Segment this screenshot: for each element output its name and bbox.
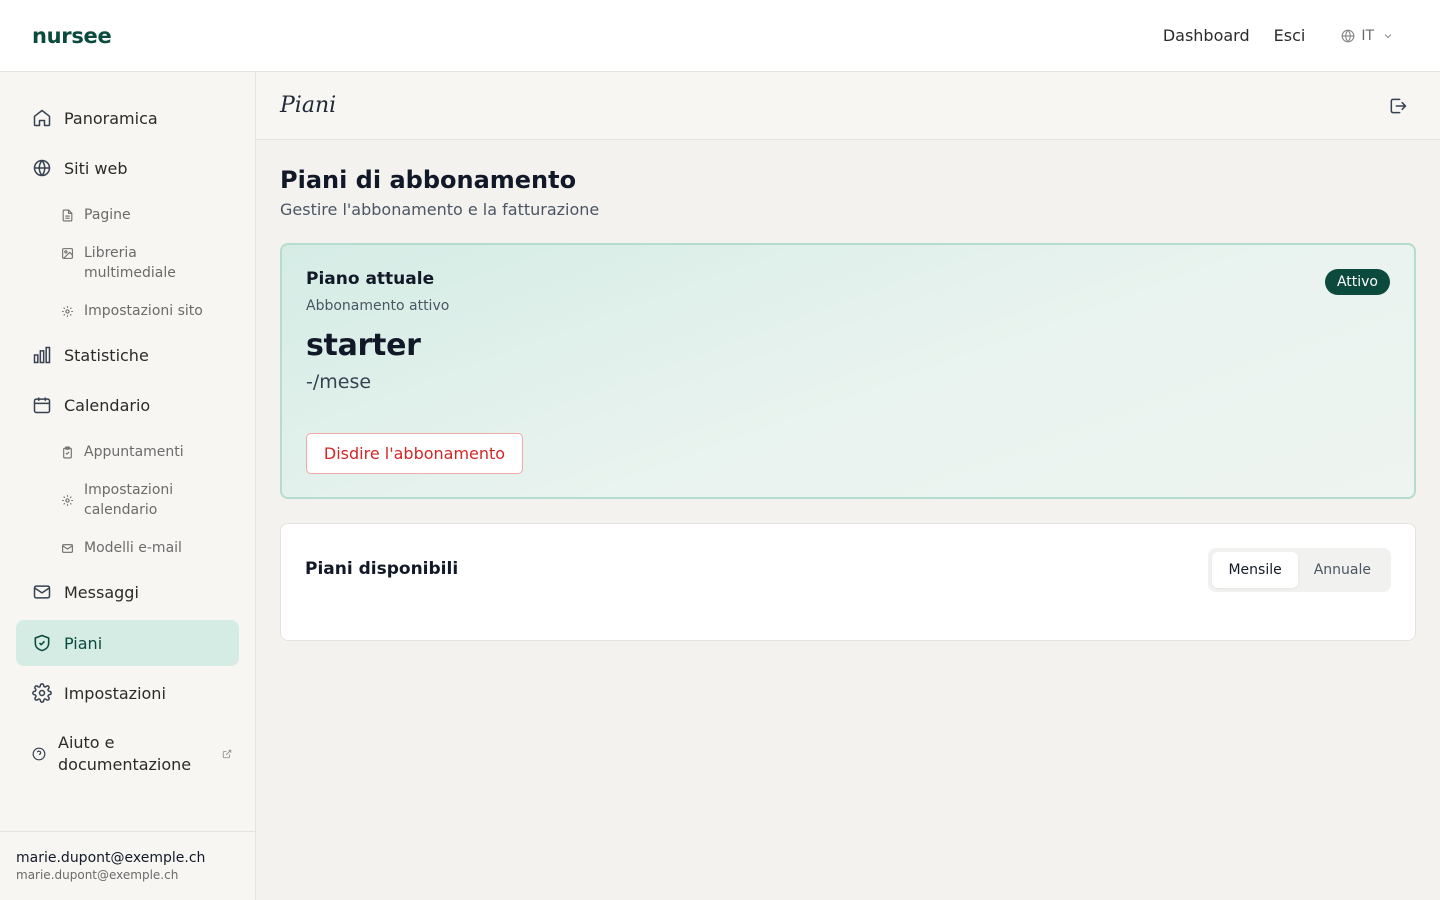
sidebar-item-label: Appuntamenti <box>84 444 184 460</box>
sidebar-item-calendar-settings[interactable]: Impostazioni calendario <box>60 480 240 520</box>
plan-price: -/mese <box>306 371 372 393</box>
current-plan-title: Piano attuale <box>306 269 435 289</box>
available-plans-card: Piani disponibili Mensile Annuale <box>280 523 1416 641</box>
file-icon <box>60 205 74 225</box>
plan-name: starter <box>306 328 421 363</box>
page-body: Piani di abbonamento Gestire l'abbonamen… <box>256 140 1440 641</box>
help-docs-link[interactable]: Aiuto e documentazione <box>32 732 232 776</box>
sidebar-item-label: Impostazioni sito <box>84 303 203 319</box>
sidebar-item-email-templates[interactable]: Modelli e-mail <box>60 538 240 558</box>
cancel-subscription-button[interactable]: Disdire l'abbonamento <box>306 433 523 474</box>
sidebar-item-label: Calendario <box>64 395 151 415</box>
toggle-yearly[interactable]: Annuale <box>1298 552 1387 588</box>
gear-icon <box>60 480 74 520</box>
shield-icon <box>32 633 52 653</box>
billing-period-toggle: Mensile Annuale <box>1208 548 1391 592</box>
sidebar-item-media-library[interactable]: Libreria multimediale <box>60 243 240 283</box>
sidebar-item-label: Piani <box>64 633 103 653</box>
calendar-icon <box>32 395 52 415</box>
sidebar-item-label: Pagine <box>84 207 131 223</box>
chevron-down-icon <box>1384 33 1392 38</box>
help-circle-icon <box>32 747 48 761</box>
sidebar-item-label: Messaggi <box>64 582 139 602</box>
status-badge: Attivo <box>1324 269 1390 295</box>
logo[interactable]: nursee <box>32 24 112 48</box>
gear-icon <box>60 301 74 321</box>
image-icon <box>60 243 74 263</box>
globe-icon <box>1341 29 1355 42</box>
sidebar-item-label: Modelli e-mail <box>84 540 182 556</box>
sidebar-item-statistics[interactable]: Statistiche <box>16 332 239 378</box>
language-label: IT <box>1361 27 1374 44</box>
home-icon <box>32 108 52 128</box>
sidebar-item-label: Statistiche <box>64 345 149 365</box>
sidebar-item-label: Impostazioni calendario <box>84 482 174 518</box>
sidebar-item-appointments[interactable]: Appuntamenti <box>60 442 240 462</box>
sidebar-item-label: Siti web <box>64 158 128 178</box>
bar-chart-icon <box>32 345 52 365</box>
available-plans-title: Piani disponibili <box>305 559 459 579</box>
clipboard-icon <box>60 442 74 462</box>
user-info: marie.dupont@exemple.ch marie.dupont@exe… <box>0 831 256 900</box>
sidebar-item-label: Libreria multimediale <box>84 245 176 281</box>
top-header: nursee Dashboard Esci IT <box>0 0 1440 72</box>
sidebar-item-site-settings[interactable]: Impostazioni sito <box>60 301 240 321</box>
current-plan-subtitle: Abbonamento attivo <box>306 298 450 314</box>
page-title: Piani <box>280 93 337 118</box>
dashboard-link[interactable]: Dashboard <box>1163 26 1250 45</box>
header-actions: Dashboard Esci IT <box>1139 26 1408 45</box>
sidebar-item-calendar[interactable]: Calendario <box>16 382 239 428</box>
logout-icon[interactable] <box>1388 96 1408 116</box>
sidebar-item-websites[interactable]: Siti web <box>16 145 239 191</box>
language-selector[interactable]: IT <box>1341 28 1394 44</box>
sidebar-item-messages[interactable]: Messaggi <box>16 569 239 615</box>
user-email: marie.dupont@exemple.ch <box>16 868 179 882</box>
globe-icon <box>32 158 52 178</box>
section-subheading: Gestire l'abbonamento e la fatturazione <box>280 200 600 219</box>
mail-icon <box>60 538 74 558</box>
sidebar-item-pages[interactable]: Pagine <box>60 205 240 225</box>
current-plan-card: Piano attuale Abbonamento attivo starter… <box>280 243 1416 499</box>
main-content: Piani Piani di abbonamento Gestire l'abb… <box>256 72 1440 900</box>
page-header: Piani <box>256 72 1440 140</box>
section-heading: Piani di abbonamento <box>280 166 577 194</box>
sidebar-item-overview[interactable]: Panoramica <box>16 95 239 141</box>
sidebar-item-plans[interactable]: Piani <box>16 620 239 666</box>
toggle-monthly[interactable]: Mensile <box>1212 552 1298 588</box>
sidebar-item-label: Impostazioni <box>64 683 166 703</box>
sidebar-item-label: Panoramica <box>64 108 158 128</box>
external-link-icon <box>222 749 232 759</box>
sidebar: Panoramica Siti web Pagine Libreria mult… <box>0 72 256 900</box>
gear-icon <box>32 683 52 703</box>
logout-link[interactable]: Esci <box>1274 26 1306 45</box>
mail-icon <box>32 582 52 602</box>
sidebar-item-settings[interactable]: Impostazioni <box>16 670 239 716</box>
help-label: Aiuto e documentazione <box>58 733 192 774</box>
user-name: marie.dupont@exemple.ch <box>16 850 206 866</box>
